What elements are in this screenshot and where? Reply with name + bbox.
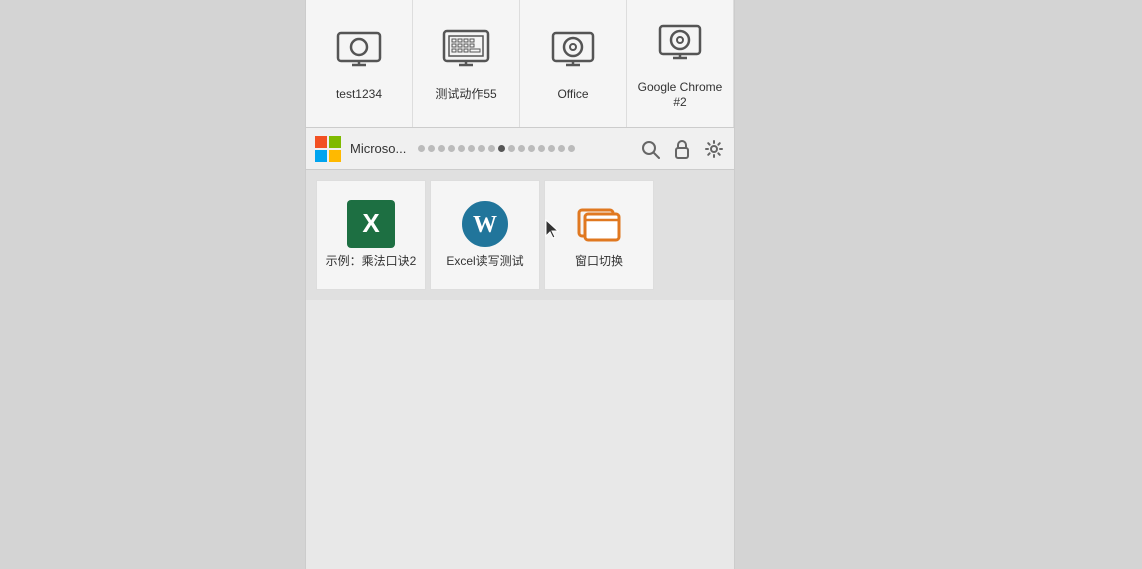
settings-icon[interactable]	[702, 137, 726, 161]
grid-item-label-excel-rw: Excel读写测试	[446, 254, 523, 270]
wordpress-icon: W	[461, 200, 509, 248]
toolbar-icons	[638, 137, 726, 161]
search-icon[interactable]	[638, 137, 662, 161]
tab-office[interactable]: Office	[520, 0, 627, 127]
ms-logo-icon	[314, 135, 342, 163]
pagination-dot-5[interactable]	[468, 145, 475, 152]
monitor-icon-ceshi55	[439, 25, 493, 79]
tab-label-ceshi55: 测试动作55	[435, 87, 496, 101]
pagination-dot-11[interactable]	[528, 145, 535, 152]
pagination-dot-9[interactable]	[508, 145, 515, 152]
monitor-icon-chrome2	[653, 18, 707, 72]
pagination-dot-10[interactable]	[518, 145, 525, 152]
grid-item-window-switch[interactable]: 窗口切换	[544, 180, 654, 290]
tab-ceshi-dongzuo55[interactable]: 测试动作55	[413, 0, 520, 127]
dots-container	[418, 145, 634, 152]
pagination-dot-12[interactable]	[538, 145, 545, 152]
grid-item-label-multiplication: 示例：乘法口诀2	[326, 254, 417, 270]
pagination-dot-15[interactable]	[568, 145, 575, 152]
dots-row	[418, 145, 575, 152]
monitor-icon-test1234	[332, 25, 386, 79]
tab-label-chrome2: Google Chrome #2	[635, 80, 725, 109]
content-area: X 示例：乘法口诀2 W Excel读写测试	[306, 170, 734, 300]
pagination-dot-13[interactable]	[548, 145, 555, 152]
pagination-dot-2[interactable]	[438, 145, 445, 152]
main-panel: test1234	[305, 0, 735, 569]
pagination-dot-8[interactable]	[498, 145, 505, 152]
pagination-dot-14[interactable]	[558, 145, 565, 152]
grid-item-excel-rw[interactable]: W Excel读写测试	[430, 180, 540, 290]
pagination-dot-0[interactable]	[418, 145, 425, 152]
tabs-row: test1234	[306, 0, 734, 128]
toolbar-row: Microso...	[306, 128, 734, 170]
excel-icon: X	[347, 200, 395, 248]
pagination-dot-6[interactable]	[478, 145, 485, 152]
tab-label-test1234: test1234	[336, 87, 382, 101]
window-switch-icon	[575, 200, 623, 248]
pagination-dot-7[interactable]	[488, 145, 495, 152]
tab-test1234[interactable]: test1234	[306, 0, 413, 127]
monitor-icon-office	[546, 25, 600, 79]
pagination-dot-3[interactable]	[448, 145, 455, 152]
pagination-dot-4[interactable]	[458, 145, 465, 152]
pagination-dot-1[interactable]	[428, 145, 435, 152]
tab-label-office: Office	[557, 87, 588, 101]
tab-google-chrome-2[interactable]: Google Chrome #2	[627, 0, 734, 127]
svg-text:W: W	[473, 212, 497, 238]
grid-item-label-window-switch: 窗口切换	[575, 254, 623, 270]
lock-icon[interactable]	[670, 137, 694, 161]
grid-item-multiplication[interactable]: X 示例：乘法口诀2	[316, 180, 426, 290]
toolbar-title: Microso...	[350, 141, 406, 156]
svg-text:X: X	[362, 208, 380, 238]
